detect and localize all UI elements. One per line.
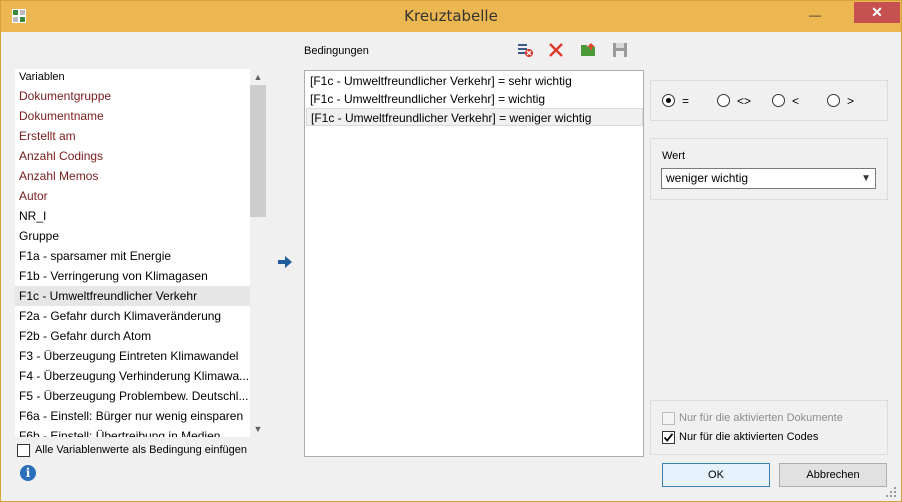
operator-greater-radio[interactable]: > — [827, 94, 877, 108]
only-active-documents-checkbox[interactable] — [662, 412, 675, 425]
variable-item[interactable]: Dokumentname — [15, 106, 251, 126]
chevron-down-icon: ▼ — [861, 173, 871, 184]
operator-not-equal-label: <> — [737, 94, 752, 108]
variable-item[interactable]: Dokumentgruppe — [15, 86, 251, 106]
delete-all-icon[interactable] — [516, 41, 534, 59]
variable-item[interactable]: F2a - Gefahr durch Klimaveränderung — [15, 306, 251, 326]
variable-item[interactable]: F1a - sparsamer mit Energie — [15, 246, 251, 266]
minimize-button[interactable]: — — [807, 8, 823, 22]
variable-item[interactable]: Erstellt am — [15, 126, 251, 146]
variable-item[interactable]: F1b - Verringerung von Klimagasen — [15, 266, 251, 286]
variable-item[interactable]: F5 - Überzeugung Problembew. Deutschl... — [15, 386, 251, 406]
variable-item[interactable]: Anzahl Memos — [15, 166, 251, 186]
conditions-list: [F1c - Umweltfreundlicher Verkehr] = seh… — [304, 70, 644, 457]
radio-dot-icon — [717, 94, 730, 107]
all-values-label: Alle Variablenwerte als Bedingung einfüg… — [35, 444, 247, 456]
open-folder-icon[interactable] — [579, 41, 597, 59]
variable-item[interactable]: F6a - Einstell: Bürger nur wenig einspar… — [15, 406, 251, 426]
checkmark-icon — [663, 433, 674, 442]
resize-grip-icon[interactable] — [885, 486, 897, 498]
add-condition-arrow-icon[interactable] — [277, 254, 293, 270]
scroll-down-icon[interactable]: ▼ — [250, 421, 266, 437]
variable-item[interactable]: Autor — [15, 186, 251, 206]
conditions-header: Bedingungen — [304, 45, 369, 57]
only-active-codes-label: Nur für die aktivierten Codes — [679, 431, 819, 443]
close-button[interactable]: ✕ — [854, 2, 900, 23]
variable-item[interactable]: F3 - Überzeugung Eintreten Klimawandel — [15, 346, 251, 366]
operator-not-equal-radio[interactable]: <> — [717, 94, 767, 108]
operator-equal-label: = — [682, 94, 690, 108]
cancel-button[interactable]: Abbrechen — [779, 463, 887, 487]
save-icon[interactable] — [611, 41, 629, 59]
operator-greater-label: > — [847, 94, 855, 108]
operator-less-radio[interactable]: < — [772, 94, 822, 108]
variable-item[interactable]: Gruppe — [15, 226, 251, 246]
radio-dot-icon — [662, 94, 675, 107]
operator-less-label: < — [792, 94, 800, 108]
condition-item[interactable]: [F1c - Umweltfreundlicher Verkehr] = wen… — [306, 108, 643, 126]
variable-item[interactable]: Anzahl Codings — [15, 146, 251, 166]
all-values-checkbox[interactable] — [17, 444, 30, 457]
ok-button[interactable]: OK — [662, 463, 770, 487]
value-label: Wert — [662, 150, 686, 162]
variables-list: Variablen Dokumentgruppe Dokumentname Erst… — [15, 69, 266, 437]
only-active-codes-checkbox[interactable] — [662, 431, 675, 444]
condition-item[interactable]: [F1c - Umweltfreundlicher Verkehr] = wic… — [306, 90, 643, 108]
variable-item[interactable]: F6b - Einstell: Übertreibung in Medien — [15, 426, 251, 437]
titlebar: Kreuztabelle — ✕ — [1, 1, 901, 32]
kreuztabelle-dialog: Kreuztabelle — ✕ Bedingungen Variablen D… — [0, 0, 902, 502]
options-group — [650, 400, 888, 455]
variable-item[interactable]: NR_I — [15, 206, 251, 226]
delete-icon[interactable] — [547, 41, 565, 59]
variables-header: Variablen — [19, 71, 65, 83]
radio-dot-icon — [827, 94, 840, 107]
window-title: Kreuztabelle — [404, 7, 498, 25]
variables-scroll-thumb[interactable] — [250, 85, 266, 217]
scroll-up-icon[interactable]: ▲ — [250, 69, 266, 85]
value-select-text: weniger wichtig — [666, 171, 749, 185]
variable-item[interactable]: F4 - Überzeugung Verhinderung Klimawa... — [15, 366, 251, 386]
only-active-documents-label: Nur für die aktivierten Dokumente — [679, 412, 843, 424]
variable-item[interactable]: F2b - Gefahr durch Atom — [15, 326, 251, 346]
value-select[interactable]: weniger wichtig ▼ — [661, 168, 876, 189]
radio-dot-icon — [772, 94, 785, 107]
variable-item[interactable]: F1c - Umweltfreundlicher Verkehr — [15, 286, 251, 306]
operator-equal-radio[interactable]: = — [662, 94, 712, 108]
info-icon[interactable]: i — [20, 465, 36, 481]
condition-item[interactable]: [F1c - Umweltfreundlicher Verkehr] = seh… — [306, 72, 643, 90]
